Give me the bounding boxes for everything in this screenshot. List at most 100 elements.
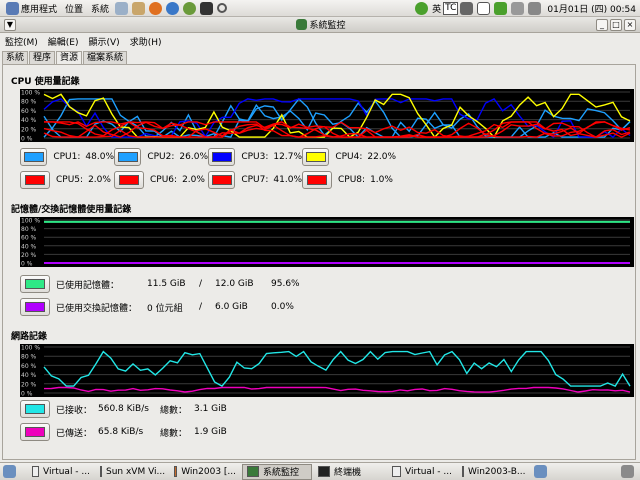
cpu3-value: 12.7% xyxy=(273,152,302,162)
cpu-ytick-label: 20 % xyxy=(21,126,37,133)
cpu-ytick-label: 0 % xyxy=(21,136,33,143)
system-monitor-icon xyxy=(247,466,259,477)
close-button[interactable]: × xyxy=(624,19,636,31)
cpu7-color-button[interactable] xyxy=(208,171,236,189)
network-icon[interactable] xyxy=(511,1,525,15)
task-virtual-2[interactable]: Virtual - ... xyxy=(388,464,456,480)
swap-color-button[interactable] xyxy=(20,298,50,316)
cpu8-value: 1.0% xyxy=(370,175,393,185)
home-launcher-icon[interactable] xyxy=(132,1,146,15)
window-icon xyxy=(392,466,402,477)
cpu-history-graph: 100 % 80 % 60 % 40 % 20 % 0 % xyxy=(20,89,634,142)
cpu4-label: CPU4: xyxy=(335,152,363,162)
power-icon[interactable] xyxy=(494,1,508,15)
window-menu-button[interactable]: ▼ xyxy=(4,19,16,31)
received-color-button[interactable] xyxy=(20,400,50,418)
tab-filesystems[interactable]: 檔案系統 xyxy=(83,51,128,64)
menu-view[interactable]: 顯示(V) xyxy=(84,35,125,48)
show-desktop-icon[interactable] xyxy=(3,465,16,478)
network-history-title: 網路記錄 xyxy=(11,332,48,342)
clock[interactable]: 01月01日 (四) 00:54 xyxy=(543,0,640,17)
cpu1-color-button[interactable] xyxy=(20,148,48,166)
task-win2003-b[interactable]: Win2003-B... xyxy=(458,464,528,480)
tab-system[interactable]: 系統 xyxy=(2,51,29,64)
system-menu-label: 系統 xyxy=(91,4,110,15)
window-title: 系統監控 xyxy=(309,21,346,31)
trash-icon[interactable] xyxy=(621,465,634,478)
cpu7-swatch xyxy=(211,175,232,185)
network-history-graph: 100 % 80 % 60 % 40 % 20 % 0 % xyxy=(20,344,634,397)
places-menu-label: 位置 xyxy=(65,4,84,15)
swap-separator: / xyxy=(199,302,203,312)
sent-color-button[interactable] xyxy=(20,423,50,441)
keyboard-icon[interactable] xyxy=(460,1,474,15)
pidgin-launcher-icon[interactable] xyxy=(183,1,197,15)
sent-legend: 已傳送： 65.8 KiB/s 總數： 1.9 GiB xyxy=(20,423,227,441)
thunderbird-launcher-icon[interactable] xyxy=(166,1,180,15)
applications-menu[interactable]: 應用程式 xyxy=(0,0,61,17)
menu-edit[interactable]: 編輯(E) xyxy=(43,35,84,48)
network-ytick-label: 60 % xyxy=(21,363,37,370)
task-virtual-1[interactable]: Virtual - ... xyxy=(28,464,94,480)
sent-trace xyxy=(43,386,631,393)
places-menu[interactable]: 位置 xyxy=(61,0,87,17)
network-ytick-label: 0 % xyxy=(21,391,33,398)
notification-icon[interactable] xyxy=(477,1,491,15)
virtualbox-icon xyxy=(100,466,102,477)
update-notifier-icon[interactable] xyxy=(415,1,429,15)
window-icon xyxy=(32,466,40,477)
tab-resources[interactable]: 資源 xyxy=(56,51,83,65)
network-ytick-label: 20 % xyxy=(21,381,37,388)
task-terminal[interactable]: 終端機 xyxy=(314,464,386,480)
received-total: 3.1 GiB xyxy=(194,404,227,414)
ime-status[interactable]: 英 xyxy=(430,0,443,17)
cpu4-color-button[interactable] xyxy=(302,148,330,166)
menu-monitor[interactable]: 監控(M) xyxy=(0,35,43,48)
cpu5-label: CPU5: xyxy=(56,175,84,185)
terminal-launcher-icon[interactable] xyxy=(200,1,214,15)
received-legend: 已接收： 560.8 KiB/s 總數： 3.1 GiB xyxy=(20,400,227,418)
memory-swatch xyxy=(25,279,45,289)
cpu3-swatch xyxy=(211,152,232,162)
cpu-ytick-label: 80 % xyxy=(21,99,37,106)
search-launcher-icon[interactable] xyxy=(217,3,228,13)
cpu6-label: CPU6: xyxy=(150,175,178,185)
memory-used: 11.5 GiB xyxy=(147,279,186,289)
memory-legend: 已使用記憶體： 11.5 GiB / 12.0 GiB 95.6% xyxy=(20,275,300,293)
tab-processes[interactable]: 程序 xyxy=(29,51,56,64)
resources-panel: CPU 使用量記錄 100 % 80 % 60 % 40 % 20 % 0 % CPU1:… xyxy=(2,64,636,460)
bottom-panel: Virtual - ... Sun xVM Vi... Win2003 [...… xyxy=(0,462,640,480)
cpu5-color-button[interactable] xyxy=(20,171,50,189)
cpu3-color-button[interactable] xyxy=(208,148,236,166)
cpu2-color-button[interactable] xyxy=(114,148,142,166)
cpu8-color-button[interactable] xyxy=(302,171,332,189)
volume-icon[interactable] xyxy=(528,1,542,15)
sent-total-label: 總數： xyxy=(160,428,188,439)
memory-color-button[interactable] xyxy=(20,275,50,293)
maximize-button[interactable]: □ xyxy=(610,19,622,31)
task-sun-xvm[interactable]: Sun xVM Vi... xyxy=(96,464,168,480)
menu-help[interactable]: 求助(H) xyxy=(125,35,167,48)
network-ytick-label: 100 % xyxy=(21,345,40,352)
workspace-switcher-icon[interactable] xyxy=(534,465,547,478)
network-ytick-label: 80 % xyxy=(21,354,37,361)
cpu5-swatch xyxy=(25,175,45,185)
task-win2003[interactable]: Win2003 [... xyxy=(170,464,240,480)
system-menu[interactable]: 系統 xyxy=(87,0,113,17)
task-label: Virtual - ... xyxy=(405,466,452,477)
memory-ytick-label: 80 % xyxy=(21,226,37,233)
minimize-button[interactable]: _ xyxy=(596,19,608,31)
firefox-launcher-icon[interactable] xyxy=(149,1,163,15)
swap-legend: 已使用交換記憶體： 0 位元組 / 6.0 GiB 0.0% xyxy=(20,298,294,316)
sent-label: 已傳送： xyxy=(56,428,93,439)
window-icon xyxy=(174,466,178,477)
cube-launcher-icon[interactable] xyxy=(115,1,129,15)
ime-tc-status[interactable]: TC xyxy=(443,1,459,15)
window-titlebar[interactable]: ▼ 系統監控 _ □ × xyxy=(0,17,640,33)
cpu-legend-row-1: CPU1: 48.0% CPU2: 26.0% CPU3: 12.7% CPU4: 22… xyxy=(20,148,396,166)
cpu6-color-button[interactable] xyxy=(114,171,144,189)
cpu1-swatch xyxy=(23,152,44,162)
cpu8-swatch xyxy=(307,175,327,185)
task-system-monitor[interactable]: 系統監控 xyxy=(242,463,312,480)
cpu5-value: 2.0% xyxy=(88,175,111,185)
